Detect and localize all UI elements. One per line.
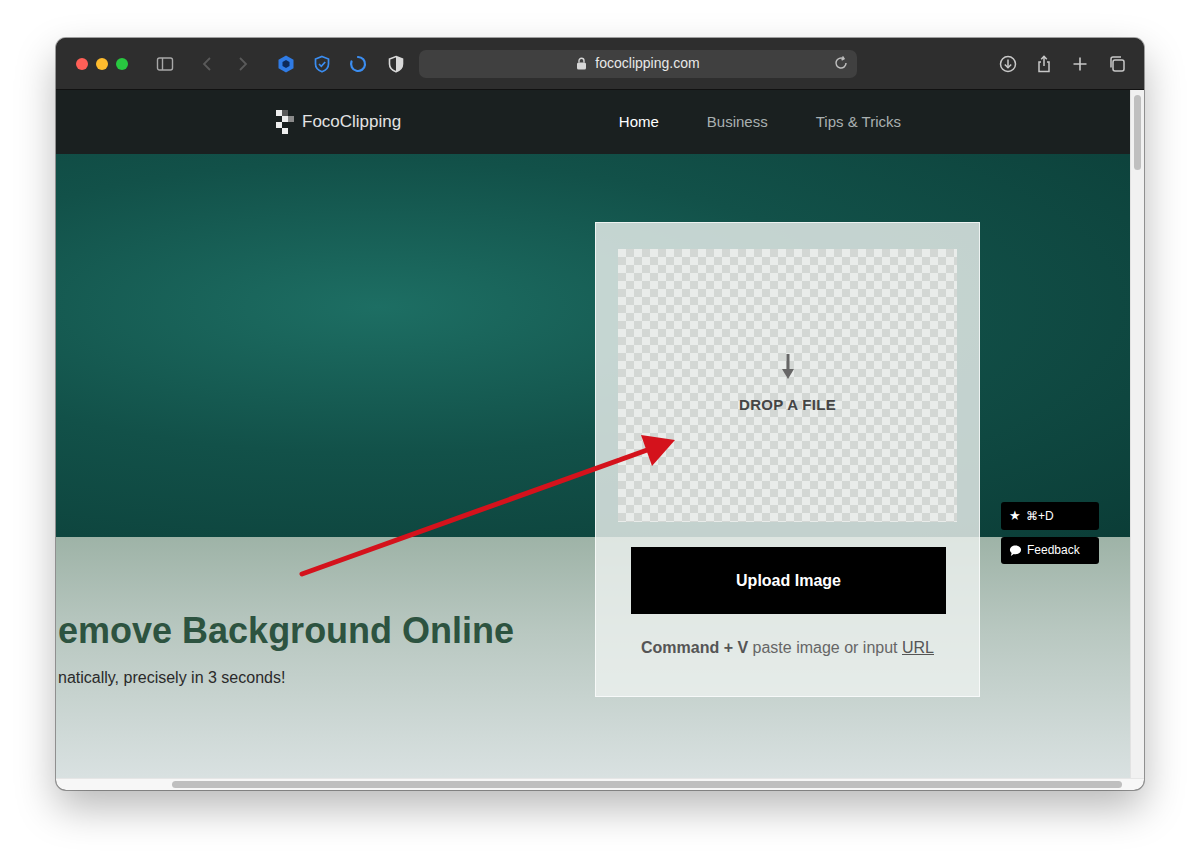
shortcut-keys: Command + V [641,639,748,656]
window-control-dot[interactable] [116,58,128,70]
lock-icon [576,57,587,70]
horizontal-scrollbar[interactable] [56,778,1144,790]
drop-zone[interactable]: DROP A FILE [618,249,957,522]
loading-circle-icon[interactable] [349,55,367,73]
share-icon[interactable] [1035,55,1053,73]
nav-link[interactable]: Tips & Tricks [816,111,901,134]
url-text[interactable]: fococlipping.com [595,53,699,74]
site-header: FocoClipping Home Business Tips & Tricks [56,90,1130,154]
paste-hint: Command + V paste image or input URL [618,636,957,660]
half-shield-icon[interactable] [387,55,405,73]
checker-logo-icon [276,110,294,134]
window-control-dot[interactable] [76,58,88,70]
hexagon-extension-icon[interactable] [277,55,295,73]
logo-text[interactable]: FocoClipping [302,109,401,135]
floating-buttons: ★ ⌘+D Feedback [1001,502,1099,564]
down-arrow-icon [781,354,795,380]
upload-button[interactable]: Upload Image [631,547,946,614]
download-icon[interactable] [999,55,1017,73]
hint-text: paste image or input [753,639,898,656]
new-tab-icon[interactable] [1071,55,1089,73]
scroll-thumb[interactable] [172,781,1122,788]
vertical-scrollbar[interactable] [1130,90,1144,778]
floating-label: Feedback [1027,541,1080,559]
site-nav: Home Business Tips & Tricks [571,111,901,134]
tabs-overview-icon[interactable] [1108,55,1126,73]
web-page: FocoClipping HomeBusinessTips & Tricks e… [56,90,1130,778]
shield-check-icon[interactable] [313,55,331,73]
floating-label: ⌘+D [1026,507,1054,525]
scroll-thumb[interactable] [1134,95,1141,170]
speech-bubble-icon [1009,544,1022,557]
site-logo[interactable]: FocoClipping [276,109,401,135]
url-link[interactable]: URL [902,639,934,656]
sidebar-icon[interactable] [156,55,174,73]
shortcut-button[interactable]: ★ ⌘+D [1001,502,1099,530]
browser-toolbar: fococlipping.com [56,38,1144,90]
forward-icon[interactable] [233,55,251,73]
star-icon: ★ [1009,506,1021,526]
feedback-button[interactable]: Feedback [1001,537,1099,564]
drop-label: DROP A FILE [739,394,836,417]
upload-panel: DROP A FILE Upload Image Command + V pas… [595,222,980,697]
window-controls [76,58,128,70]
address-bar[interactable]: fococlipping.com [419,50,857,78]
nav-link[interactable]: Home [619,111,659,134]
nav-link[interactable]: Business [707,111,768,134]
back-icon[interactable] [199,55,217,73]
reload-icon[interactable] [833,55,849,71]
browser-window: fococlipping.com [56,38,1144,790]
window-control-dot[interactable] [96,58,108,70]
